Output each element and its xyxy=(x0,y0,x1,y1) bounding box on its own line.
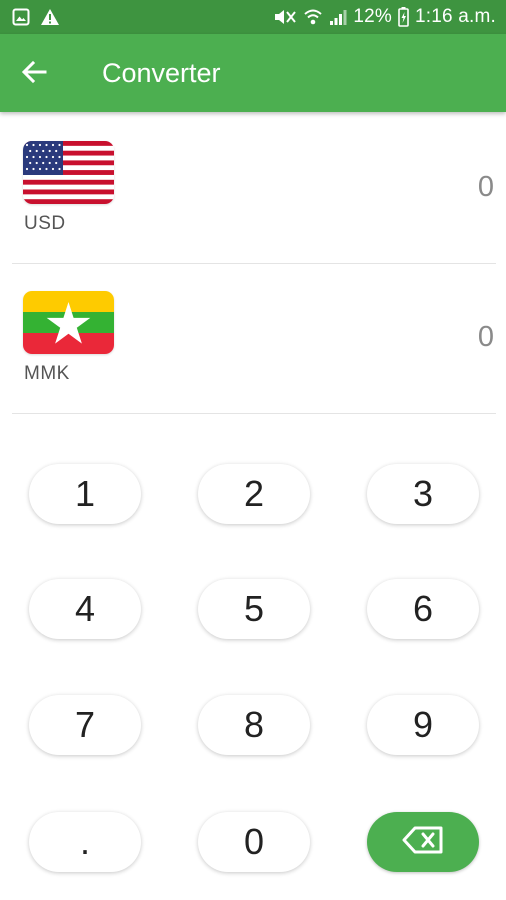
key-3[interactable]: 3 xyxy=(367,464,479,524)
currency-code: USD xyxy=(24,213,66,234)
status-bar: 12% 1:16 a.m. xyxy=(0,0,506,34)
numeric-keypad: 1 2 3 4 5 6 7 8 9 . 0 xyxy=(0,460,506,900)
alert-icon xyxy=(40,8,60,26)
key-9[interactable]: 9 xyxy=(367,695,479,755)
key-4[interactable]: 4 xyxy=(29,579,141,639)
back-arrow-icon xyxy=(21,60,47,89)
us-flag xyxy=(23,141,114,204)
key-5[interactable]: 5 xyxy=(198,579,310,639)
backspace-icon xyxy=(402,821,444,863)
image-icon xyxy=(12,8,30,26)
status-system: 12% 1:16 a.m. xyxy=(273,0,496,34)
currency-code: MMK xyxy=(24,363,70,384)
back-button[interactable] xyxy=(16,56,52,92)
battery-icon xyxy=(398,7,409,27)
wifi-icon xyxy=(303,8,323,26)
key-decimal[interactable]: . xyxy=(29,812,141,872)
mute-icon xyxy=(273,8,297,26)
key-2[interactable]: 2 xyxy=(198,464,310,524)
key-0[interactable]: 0 xyxy=(198,812,310,872)
key-1[interactable]: 1 xyxy=(29,464,141,524)
page-title: Converter xyxy=(102,58,221,88)
currency-amount[interactable]: 0 xyxy=(478,171,494,204)
key-6[interactable]: 6 xyxy=(367,579,479,639)
myanmar-flag xyxy=(23,291,114,354)
status-notifications xyxy=(12,8,60,26)
battery-percent: 12% xyxy=(353,6,392,27)
key-8[interactable]: 8 xyxy=(198,695,310,755)
currency-row-mmk[interactable]: MMK 0 xyxy=(12,263,496,414)
currency-row-usd[interactable]: USD 0 xyxy=(12,113,496,264)
app-bar: Converter xyxy=(0,34,506,112)
backspace-button[interactable] xyxy=(367,812,479,872)
status-time: 1:16 a.m. xyxy=(414,6,496,27)
currency-amount[interactable]: 0 xyxy=(478,321,494,354)
key-7[interactable]: 7 xyxy=(29,695,141,755)
signal-icon xyxy=(329,8,347,26)
